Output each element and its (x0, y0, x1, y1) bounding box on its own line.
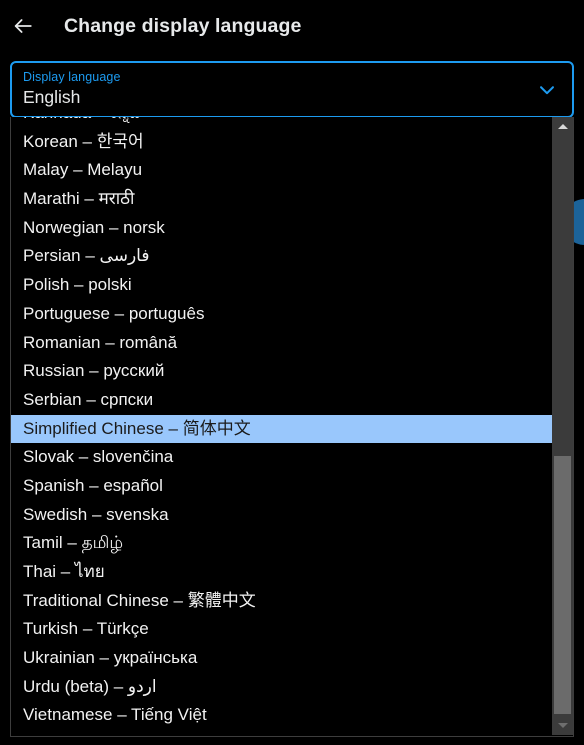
language-option[interactable]: Spanish – español (11, 472, 552, 501)
language-option[interactable]: Turkish – Türkçe (11, 615, 552, 644)
language-option[interactable]: Marathi – मराठी (11, 185, 552, 214)
back-button[interactable] (6, 9, 40, 43)
language-option[interactable]: Korean – 한국어 (11, 128, 552, 157)
language-option[interactable]: Traditional Chinese – 繁體中文 (11, 587, 552, 616)
language-option[interactable]: Ukrainian – українська (11, 644, 552, 673)
language-option[interactable]: Swedish – svenska (11, 501, 552, 530)
language-option[interactable]: Slovak – slovenčina (11, 443, 552, 472)
app-header: Change display language (0, 0, 584, 52)
language-option[interactable]: Romanian – română (11, 329, 552, 358)
language-option[interactable]: Vietnamese – Tiếng Việt (11, 701, 552, 730)
language-option[interactable]: Simplified Chinese – 简体中文 (11, 414, 552, 444)
language-option[interactable]: Malay – Melayu (11, 156, 552, 185)
display-language-combobox[interactable]: Display language English (10, 61, 574, 118)
language-option[interactable]: Portuguese – português (11, 300, 552, 329)
scroll-up-arrow-icon[interactable] (552, 117, 573, 136)
language-option[interactable]: Russian – русский (11, 357, 552, 386)
language-option[interactable]: Persian – فارسی (11, 242, 552, 271)
language-option[interactable]: Norwegian – norsk (11, 214, 552, 243)
language-option[interactable]: Kannada – ಕನ್ನಡ (11, 117, 552, 128)
scrollbar-thumb[interactable] (554, 456, 571, 714)
chevron-down-icon[interactable] (534, 77, 560, 103)
language-option-list: Kannada – ಕನ್ನಡKorean – 한국어Malay – Melay… (11, 117, 552, 730)
language-option[interactable]: Polish – polski (11, 271, 552, 300)
language-option[interactable]: Serbian – српски (11, 386, 552, 415)
page-title: Change display language (64, 14, 302, 37)
language-option[interactable]: Thai – ไทย (11, 558, 552, 587)
language-option[interactable]: Tamil – தமிழ் (11, 529, 552, 558)
language-option[interactable]: Urdu (beta) – اردو (11, 673, 552, 702)
language-options-dropdown[interactable]: Kannada – ಕನ್ನಡKorean – 한국어Malay – Melay… (10, 117, 574, 737)
scroll-down-arrow-icon[interactable] (552, 716, 573, 735)
dropdown-viewport: Kannada – ಕನ್ನಡKorean – 한국어Malay – Melay… (11, 117, 552, 735)
combobox-selected-value: English (23, 87, 81, 107)
dropdown-scrollbar[interactable] (552, 117, 573, 735)
arrow-left-icon (12, 15, 34, 37)
arrow-down-glyph (557, 723, 568, 728)
arrow-up-glyph (557, 124, 568, 129)
combobox-label: Display language (23, 70, 121, 84)
